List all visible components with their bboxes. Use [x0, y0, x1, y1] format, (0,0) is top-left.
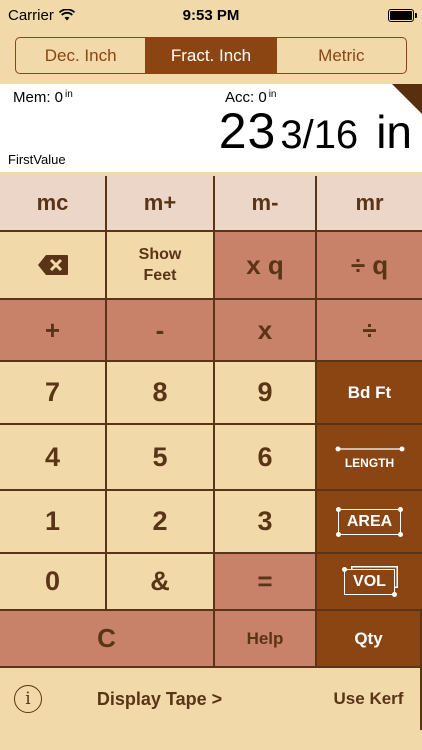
backspace-button[interactable]: [0, 232, 107, 300]
board-feet-button[interactable]: Bd Ft: [317, 362, 422, 425]
corner-tab-icon[interactable]: [392, 84, 422, 114]
volume-icon: VOL: [342, 566, 397, 597]
mem-unit: in: [65, 89, 73, 100]
main-fraction: 3/16: [280, 113, 359, 157]
length-label: LENGTH: [344, 455, 395, 470]
backspace-icon: [37, 255, 68, 275]
show-feet-line2: Feet: [143, 267, 177, 284]
display-tape-label: Display Tape >: [96, 688, 223, 709]
ampersand-button[interactable]: &: [107, 554, 215, 611]
tab-metric[interactable]: Metric: [277, 38, 406, 73]
digit-3-button[interactable]: 3: [215, 491, 317, 554]
status-time: 9:53 PM: [182, 6, 240, 24]
tab-dec-inch[interactable]: Dec. Inch: [16, 38, 147, 73]
length-icon: LENGTH: [335, 445, 405, 470]
vol-label: VOL: [353, 572, 386, 590]
battery-icon: [388, 8, 417, 22]
digit-1-button[interactable]: 1: [0, 491, 107, 554]
status-bar: Carrier 9:53 PM: [0, 0, 422, 30]
mem-label: Mem:: [13, 89, 51, 106]
digit-8-button[interactable]: 8: [107, 362, 215, 425]
times-q-button[interactable]: x q: [215, 232, 317, 300]
help-button[interactable]: Help: [215, 611, 317, 668]
calculator-display: Mem: 0 in Acc: 0 in 23 3/16 in FirstValue: [0, 84, 422, 172]
m-minus-button[interactable]: m-: [215, 176, 317, 232]
digit-4-button[interactable]: 4: [0, 425, 107, 491]
divide-q-button[interactable]: ÷ q: [317, 232, 422, 300]
length-button[interactable]: LENGTH: [317, 425, 422, 491]
memory-readout: Mem: 0 in: [13, 89, 73, 106]
area-label: AREA: [346, 512, 393, 530]
mc-button[interactable]: mc: [0, 176, 107, 232]
keypad: mc m+ m- mr Show Feet x q ÷ q + - x ÷ 7 …: [0, 176, 422, 750]
show-feet-line1: Show: [138, 246, 182, 263]
volume-button[interactable]: VOL: [317, 554, 422, 611]
plus-button[interactable]: +: [0, 300, 107, 362]
area-icon: AREA: [335, 506, 404, 537]
digit-0-button[interactable]: 0: [0, 554, 107, 611]
input-state-label: FirstValue: [8, 152, 66, 167]
clear-button[interactable]: C: [0, 611, 215, 668]
main-value: 23 3/16 in: [219, 102, 412, 160]
m-plus-button[interactable]: m+: [107, 176, 215, 232]
digit-5-button[interactable]: 5: [107, 425, 215, 491]
mem-value: 0: [54, 89, 64, 106]
use-kerf-button[interactable]: Use Kerf: [317, 668, 422, 730]
times-button[interactable]: x: [215, 300, 317, 362]
show-feet-button[interactable]: Show Feet: [107, 232, 215, 300]
digit-7-button[interactable]: 7: [0, 362, 107, 425]
area-button[interactable]: AREA: [317, 491, 422, 554]
mr-button[interactable]: mr: [317, 176, 422, 232]
display-tape-button[interactable]: i Display Tape >: [0, 668, 317, 730]
unit-segmented-control: Dec. Inch Fract. Inch Metric: [15, 37, 407, 74]
digit-6-button[interactable]: 6: [215, 425, 317, 491]
quantity-button[interactable]: Qty: [317, 611, 422, 668]
equals-button[interactable]: =: [215, 554, 317, 611]
acc-unit: in: [268, 89, 277, 100]
digit-9-button[interactable]: 9: [215, 362, 317, 425]
info-icon[interactable]: i: [14, 685, 42, 713]
tab-fract-inch[interactable]: Fract. Inch: [146, 38, 277, 73]
digit-2-button[interactable]: 2: [107, 491, 215, 554]
divide-button[interactable]: ÷: [317, 300, 422, 362]
main-whole: 23: [218, 103, 277, 159]
minus-button[interactable]: -: [107, 300, 215, 362]
